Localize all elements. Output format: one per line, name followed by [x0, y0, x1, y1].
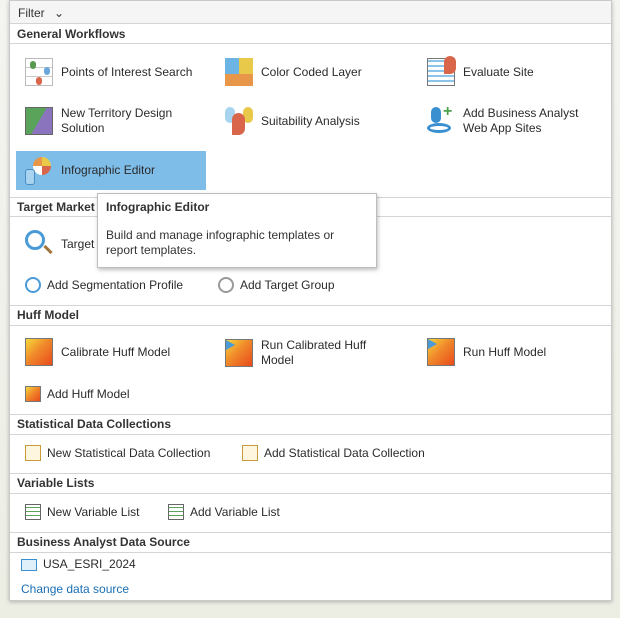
item-add-variable-list[interactable]: Add Variable List	[168, 504, 280, 520]
item-add-huff-model[interactable]: Add Huff Model	[25, 386, 130, 402]
suitability-pins-icon	[225, 107, 253, 135]
add-variable-list-icon	[168, 504, 184, 520]
item-new-variable-list[interactable]: New Variable List	[25, 504, 139, 520]
section-header-target-market: Target Market	[17, 200, 95, 214]
evaluate-site-icon	[427, 56, 456, 86]
add-segmentation-icon	[25, 277, 41, 293]
item-evaluate-site[interactable]: Evaluate Site	[427, 56, 607, 87]
tooltip: Infographic Editor Build and manage info…	[97, 193, 377, 268]
item-label: Add Variable List	[190, 504, 280, 519]
divider	[10, 473, 611, 474]
section-header-huff-model: Huff Model	[17, 308, 79, 322]
add-web-app-sites-icon: +	[427, 103, 455, 135]
item-label: Add Huff Model	[47, 386, 130, 401]
run-huff-icon	[225, 339, 253, 367]
item-infographic-editor[interactable]: Infographic Editor	[16, 151, 206, 190]
item-new-territory-design[interactable]: New Territory Design Solution	[25, 105, 215, 137]
add-data-collection-icon	[242, 445, 258, 461]
section-header-general: General Workflows	[17, 27, 126, 41]
item-label: New Territory Design Solution	[61, 106, 173, 135]
huff-model-icon	[25, 338, 53, 366]
item-points-of-interest-search[interactable]: Points of Interest Search	[25, 57, 215, 87]
item-label: Run Calibrated Huff Model	[261, 338, 367, 367]
variable-list-icon	[25, 504, 41, 520]
item-label: Add Target Group	[240, 277, 335, 292]
data-source-name: USA_ESRI_2024	[43, 557, 136, 571]
item-label: Add Business Analyst Web App Sites	[463, 106, 579, 135]
filter-dropdown[interactable]: Filter ⌄	[18, 6, 64, 20]
item-label: Color Coded Layer	[261, 64, 362, 79]
divider	[10, 532, 611, 533]
current-data-source: USA_ESRI_2024	[21, 557, 136, 572]
divider	[10, 43, 611, 44]
item-label: Points of Interest Search	[61, 64, 193, 79]
item-add-target-group[interactable]: Add Target Group	[218, 277, 335, 293]
section-header-data-source: Business Analyst Data Source	[17, 535, 190, 549]
item-label: Infographic Editor	[61, 163, 156, 177]
workflows-gallery-panel: Filter ⌄ General Workflows Points of Int…	[9, 0, 612, 601]
section-header-variable-lists: Variable Lists	[17, 476, 95, 490]
item-run-huff-model[interactable]: Run Huff Model	[427, 337, 607, 367]
tooltip-title: Infographic Editor	[106, 200, 210, 214]
add-target-group-icon	[218, 277, 234, 293]
item-color-coded-layer[interactable]: Color Coded Layer	[225, 57, 415, 87]
tooltip-body: Build and manage infographic templates o…	[106, 228, 335, 257]
item-label: New Statistical Data Collection	[47, 445, 211, 460]
item-add-segmentation-profile[interactable]: Add Segmentation Profile	[25, 277, 183, 293]
target-search-icon	[25, 230, 53, 258]
section-header-statistical: Statistical Data Collections	[17, 417, 172, 431]
divider	[10, 434, 611, 435]
poi-map-icon	[25, 58, 53, 86]
data-collection-icon	[25, 445, 41, 461]
item-label: Evaluate Site	[463, 64, 534, 79]
item-new-statistical-data-collection[interactable]: New Statistical Data Collection	[25, 445, 210, 461]
item-label: Add Statistical Data Collection	[264, 445, 425, 460]
item-add-ba-web-app-sites[interactable]: + Add Business Analyst Web App Sites	[427, 103, 607, 137]
item-label: Calibrate Huff Model	[61, 344, 171, 359]
item-label: Add Segmentation Profile	[47, 277, 184, 292]
divider	[10, 493, 611, 494]
chevron-down-icon: ⌄	[54, 6, 65, 20]
change-data-source-link[interactable]: Change data source	[21, 582, 129, 596]
color-coded-layer-icon	[225, 58, 253, 86]
divider	[10, 552, 611, 553]
item-calibrate-huff-model[interactable]: Calibrate Huff Model	[25, 337, 215, 367]
item-label: Suitability Analysis	[261, 113, 360, 128]
territory-design-icon	[25, 107, 53, 135]
monitor-icon	[21, 558, 37, 571]
item-label: Run Huff Model	[463, 344, 547, 359]
item-add-statistical-data-collection[interactable]: Add Statistical Data Collection	[242, 445, 425, 461]
item-run-calibrated-huff-model[interactable]: Run Calibrated Huff Model	[225, 337, 415, 369]
run-huff-icon	[427, 338, 455, 366]
filter-label: Filter	[18, 6, 45, 20]
divider	[10, 414, 611, 415]
filter-bar: Filter ⌄	[10, 1, 611, 24]
add-huff-icon	[25, 386, 41, 402]
item-suitability-analysis[interactable]: Suitability Analysis	[225, 105, 415, 137]
divider	[10, 305, 611, 306]
divider	[10, 325, 611, 326]
infographic-editor-icon	[25, 156, 53, 185]
item-label: New Variable List	[47, 504, 140, 519]
